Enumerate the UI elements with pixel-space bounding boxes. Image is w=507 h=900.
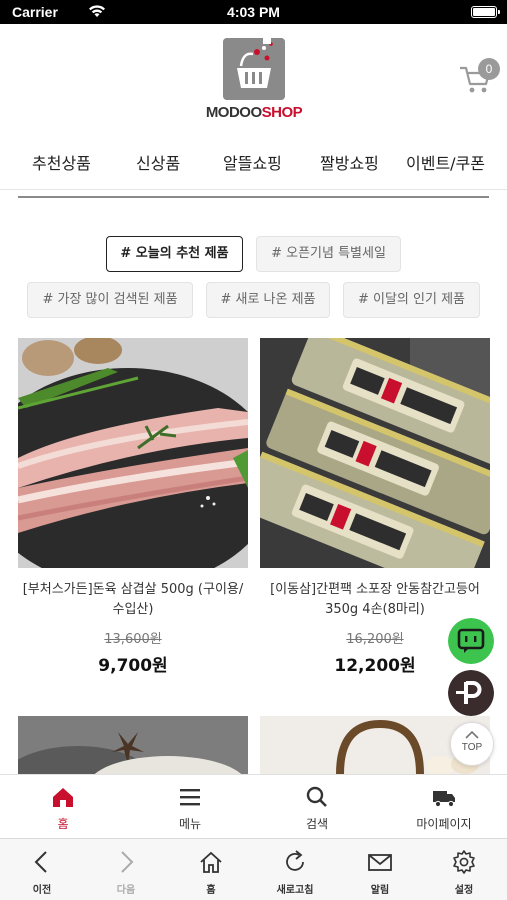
point-button[interactable] [448,670,494,716]
tab-home-label: 홈 [57,817,69,831]
tab-mypage[interactable]: 마이페이지 [381,775,507,839]
home-icon [53,788,73,807]
hashtag-most-searched[interactable]: # 가장 많이 검색된 제품 [27,282,193,318]
product-card[interactable]: [부처스가든]돈육 삼겹살 500g (구이용/수입산) 13,600원 9,7… [18,338,248,676]
category-events[interactable]: 이벤트/쿠폰 [406,150,485,174]
back-label: 이전 [32,885,52,896]
refresh-icon [286,850,304,871]
talk-chat-button[interactable] [448,618,494,664]
refresh-label: 새로고침 [276,885,314,896]
category-new[interactable]: 신상품 [136,150,180,174]
category-meme[interactable]: 짤방쇼핑 [320,150,379,174]
browser-nav-bar: 이전 다음 홈 새로고침 알림 설정 [0,838,507,900]
category-recommended[interactable]: 추천상품 [32,150,91,174]
battery-icon [471,6,500,18]
scroll-top-button[interactable]: TOP [450,722,494,766]
forward-icon [121,851,134,873]
pork-belly-image [18,338,248,568]
home-outline-icon [200,851,222,873]
product-image-pork-belly[interactable] [18,338,248,568]
gear-icon [453,850,475,874]
notification-label: 알림 [370,885,390,896]
tab-menu-label: 메뉴 [178,817,202,831]
product-name[interactable]: [부처스가든]돈육 삼겹살 500g (구이용/수입산) [18,580,248,620]
dish-image [18,716,248,774]
section-divider [18,196,489,198]
tab-home[interactable]: 홈 [0,775,126,839]
tab-search-label: 검색 [305,817,329,831]
menu-icon [180,789,200,806]
forward-button[interactable]: 다음 [84,839,168,900]
hashtag-opening-sale[interactable]: # 오픈기념 특별세일 [256,236,401,272]
refresh-button[interactable]: 새로고침 [253,839,337,900]
top-label: TOP [461,742,483,753]
notification-button[interactable]: 알림 [338,839,422,900]
status-bar: Carrier 4:03 PM [0,0,507,24]
back-button[interactable]: 이전 [0,839,84,900]
settings-button[interactable]: 설정 [422,839,506,900]
product-name[interactable]: [이동삼]간편팩 소포장 안동참간고등어 350g 4손(8마리) [260,580,490,620]
mackerel-image [260,338,490,568]
category-nav: 추천상품 신상품 알뜰쇼핑 짤방쇼핑 이벤트/쿠폰 [0,134,507,190]
header: MODOOSHOP 0 [0,24,507,134]
back-icon [34,851,47,873]
app-tab-bar: 홈 메뉴 검색 마이페이지 [0,774,507,838]
chevron-up-icon [465,730,479,739]
hashtag-today-recommended[interactable]: # 오늘의 추천 제품 [106,236,243,272]
tab-menu[interactable]: 메뉴 [127,775,253,839]
truck-icon [433,791,455,808]
search-icon [306,786,327,807]
forward-label: 다음 [116,885,136,896]
hashtag-monthly-popular[interactable]: # 이달의 인기 제품 [343,282,480,318]
tab-mypage-label: 마이페이지 [416,817,472,831]
category-bargain[interactable]: 알뜰쇼핑 [223,150,282,174]
settings-label: 설정 [454,885,474,896]
basket-logo-icon [223,38,285,100]
hashtag-new-arrivals[interactable]: # 새로 나온 제품 [206,282,330,318]
cart-count-badge: 0 [478,58,500,80]
shop-logo[interactable]: MODOOSHOP [204,38,304,128]
product-price: 9,700원 [98,656,168,676]
browser-home-button[interactable]: 홈 [169,839,253,900]
logo-text: MODOOSHOP [205,104,303,121]
browser-home-label: 홈 [206,885,216,896]
product-image-mackerel[interactable] [260,338,490,568]
product-image-partial[interactable] [18,716,248,774]
clock: 4:03 PM [227,4,280,20]
mail-icon [368,854,392,871]
product-original-price: 13,600원 [104,632,162,647]
tab-search[interactable]: 검색 [254,775,380,839]
